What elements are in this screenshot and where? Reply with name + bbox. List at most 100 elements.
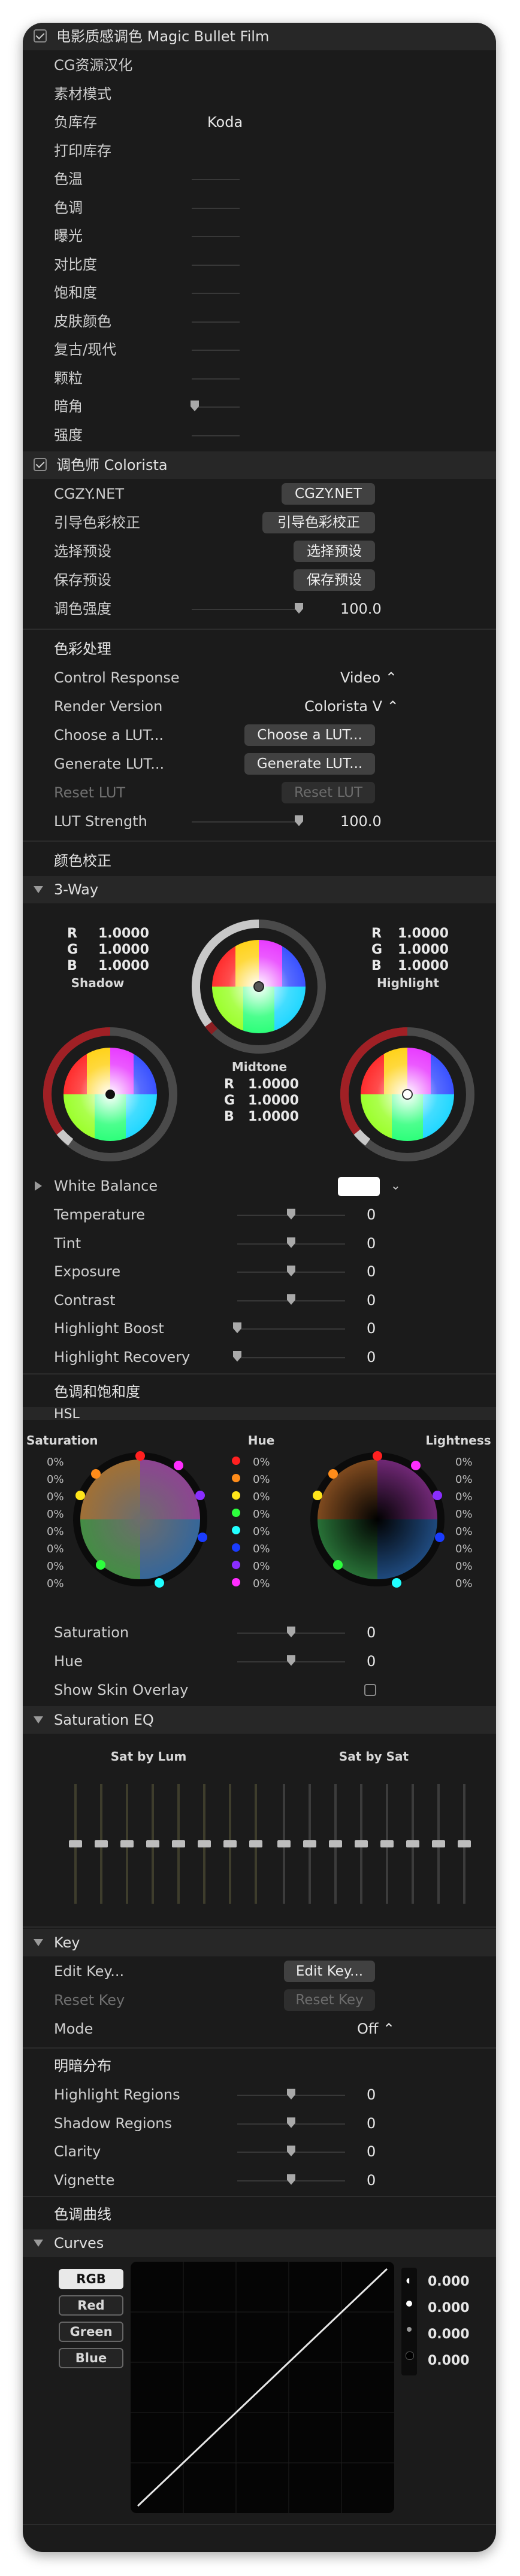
guide-correction-button[interactable]: 引导色彩校正 xyxy=(262,512,375,533)
param-slider-thumb[interactable] xyxy=(287,2117,295,2128)
mbf-slider-track[interactable] xyxy=(192,293,240,294)
highlight-wheel[interactable] xyxy=(340,1027,474,1161)
eq-band-handle[interactable] xyxy=(95,1840,108,1847)
param-slider-thumb[interactable] xyxy=(287,2174,295,2185)
mbf-slider-track[interactable] xyxy=(192,350,240,351)
skin-overlay-checkbox[interactable] xyxy=(364,1684,376,1696)
param-slider-thumb[interactable] xyxy=(287,1294,295,1305)
edit-key-button[interactable]: Edit Key... xyxy=(284,1961,375,1982)
eq-band-handle[interactable] xyxy=(198,1840,211,1847)
param-value[interactable]: 0 xyxy=(367,1201,376,1228)
key-header[interactable]: Key xyxy=(23,1929,496,1956)
mbf-slider-track[interactable] xyxy=(192,207,240,209)
mbf-header[interactable]: 电影质感调色 Magic Bullet Film xyxy=(23,23,496,50)
eq-band-handle[interactable] xyxy=(172,1840,185,1847)
param-slider-thumb[interactable] xyxy=(287,1209,295,1219)
curves-header[interactable]: Curves xyxy=(23,2229,496,2257)
curve-channel-blue[interactable]: Blue xyxy=(59,2348,123,2368)
curve-readout-2[interactable]: 0.000 xyxy=(428,2295,470,2322)
strength-slider-track[interactable] xyxy=(192,609,300,610)
saturation-hsl-wheel[interactable] xyxy=(73,1451,207,1588)
param-value[interactable]: 0 xyxy=(367,1287,376,1314)
mbf-slider-track[interactable] xyxy=(192,406,240,408)
param-value[interactable]: 0 xyxy=(367,1619,376,1646)
param-slider-thumb[interactable] xyxy=(287,1627,295,1637)
mbf-slider-track[interactable] xyxy=(192,321,240,323)
curve-channel-green[interactable]: Green xyxy=(59,2322,123,2342)
eq-band-handle[interactable] xyxy=(329,1840,342,1847)
hsl-header[interactable]: HSL xyxy=(23,1407,496,1420)
chevron-down-icon[interactable]: ⌄ xyxy=(391,1178,401,1193)
mbf-slider-track[interactable] xyxy=(192,179,240,180)
preset-select-button[interactable]: 选择预设 xyxy=(294,541,375,562)
mbf-slider-track[interactable] xyxy=(192,236,240,237)
eq-band-handle[interactable] xyxy=(223,1840,237,1847)
param-value[interactable]: 0 xyxy=(367,1258,376,1285)
param-slider-thumb[interactable] xyxy=(287,1237,295,1248)
eq-band-handle[interactable] xyxy=(120,1840,134,1847)
param-value[interactable]: 0 xyxy=(367,1315,376,1342)
colorista-header[interactable]: 调色师 Colorista xyxy=(23,451,496,479)
curve-readout-3[interactable]: 0.000 xyxy=(428,2322,470,2348)
param-slider-track[interactable] xyxy=(237,1328,345,1330)
colorista-enable-checkbox[interactable] xyxy=(34,458,47,471)
param-slider-thumb[interactable] xyxy=(287,1266,295,1276)
mbf-slider-track[interactable] xyxy=(192,378,240,380)
mbf-slider-thumb[interactable] xyxy=(191,400,199,411)
eq-band-handle[interactable] xyxy=(355,1840,368,1847)
control-response-select[interactable]: Video ⌃ xyxy=(340,664,397,691)
eq-band-handle[interactable] xyxy=(406,1840,419,1847)
param-slider-thumb[interactable] xyxy=(287,1655,295,1666)
key-mode-select[interactable]: Off ⌃ xyxy=(357,2015,395,2043)
three-way-header[interactable]: 3-Way xyxy=(23,876,496,903)
preset-save-button[interactable]: 保存预设 xyxy=(294,569,375,591)
param-value[interactable]: 0 xyxy=(367,1230,376,1257)
curve-channel-rgb[interactable]: RGB xyxy=(59,2269,123,2289)
param-value[interactable]: 0 xyxy=(367,1647,376,1675)
curve-editor[interactable] xyxy=(131,2262,394,2513)
param-slider-thumb[interactable] xyxy=(233,1351,241,1362)
eq-band-handle[interactable] xyxy=(380,1840,394,1847)
param-value[interactable]: 0 xyxy=(367,2138,376,2165)
param-slider-thumb[interactable] xyxy=(233,1322,241,1333)
mbf-row-value[interactable]: Koda xyxy=(207,108,243,136)
eq-band-handle[interactable] xyxy=(458,1840,471,1847)
param-slider-track[interactable] xyxy=(237,1357,345,1358)
curve-readout-4[interactable]: 0.000 xyxy=(428,2348,470,2374)
shadow-wheel[interactable] xyxy=(43,1027,177,1161)
mbf-enable-checkbox[interactable] xyxy=(34,29,47,43)
lut-strength-value[interactable]: 100.0 xyxy=(340,808,382,835)
white-balance-swatch[interactable] xyxy=(338,1177,380,1196)
lut-strength-slider-track[interactable] xyxy=(192,821,300,823)
strength-slider-thumb[interactable] xyxy=(295,603,303,614)
param-value[interactable]: 0 xyxy=(367,2110,376,2137)
param-label: Highlight Recovery xyxy=(54,1348,191,1366)
eq-band-handle[interactable] xyxy=(146,1840,159,1847)
eq-band-handle[interactable] xyxy=(303,1840,316,1847)
param-slider-thumb[interactable] xyxy=(287,2146,295,2156)
render-version-select[interactable]: Colorista V ⌃ xyxy=(304,693,399,720)
curve-readout-1[interactable]: 0.000 xyxy=(428,2269,470,2295)
white-balance-row[interactable]: White Balance ⌄ xyxy=(23,1172,496,1200)
choose-lut-button[interactable]: Choose a LUT... xyxy=(244,724,375,746)
eq-band-handle[interactable] xyxy=(277,1840,291,1847)
param-slider-thumb[interactable] xyxy=(287,2089,295,2099)
eq-band-handle[interactable] xyxy=(249,1840,262,1847)
lut-strength-slider-thumb[interactable] xyxy=(295,815,303,826)
param-value[interactable]: 0 xyxy=(367,2167,376,2194)
generate-lut-button[interactable]: Generate LUT... xyxy=(244,753,375,775)
strength-value[interactable]: 100.0 xyxy=(340,595,382,623)
reset-key-button[interactable]: Reset Key xyxy=(284,1989,375,2011)
param-value[interactable]: 0 xyxy=(367,2081,376,2108)
reset-lut-button[interactable]: Reset LUT xyxy=(282,782,375,803)
lightness-hsl-wheel[interactable] xyxy=(310,1451,445,1588)
mbf-slider-track[interactable] xyxy=(192,435,240,436)
eq-band-handle[interactable] xyxy=(69,1840,82,1847)
curve-channel-red[interactable]: Red xyxy=(59,2295,123,2316)
eq-band-handle[interactable] xyxy=(432,1840,445,1847)
sat-eq-header[interactable]: Saturation EQ xyxy=(23,1706,496,1734)
cgzy-button[interactable]: CGZY.NET xyxy=(282,483,375,505)
param-value[interactable]: 0 xyxy=(367,1343,376,1371)
mbf-slider-track[interactable] xyxy=(192,264,240,266)
midtone-wheel[interactable] xyxy=(192,920,326,1054)
